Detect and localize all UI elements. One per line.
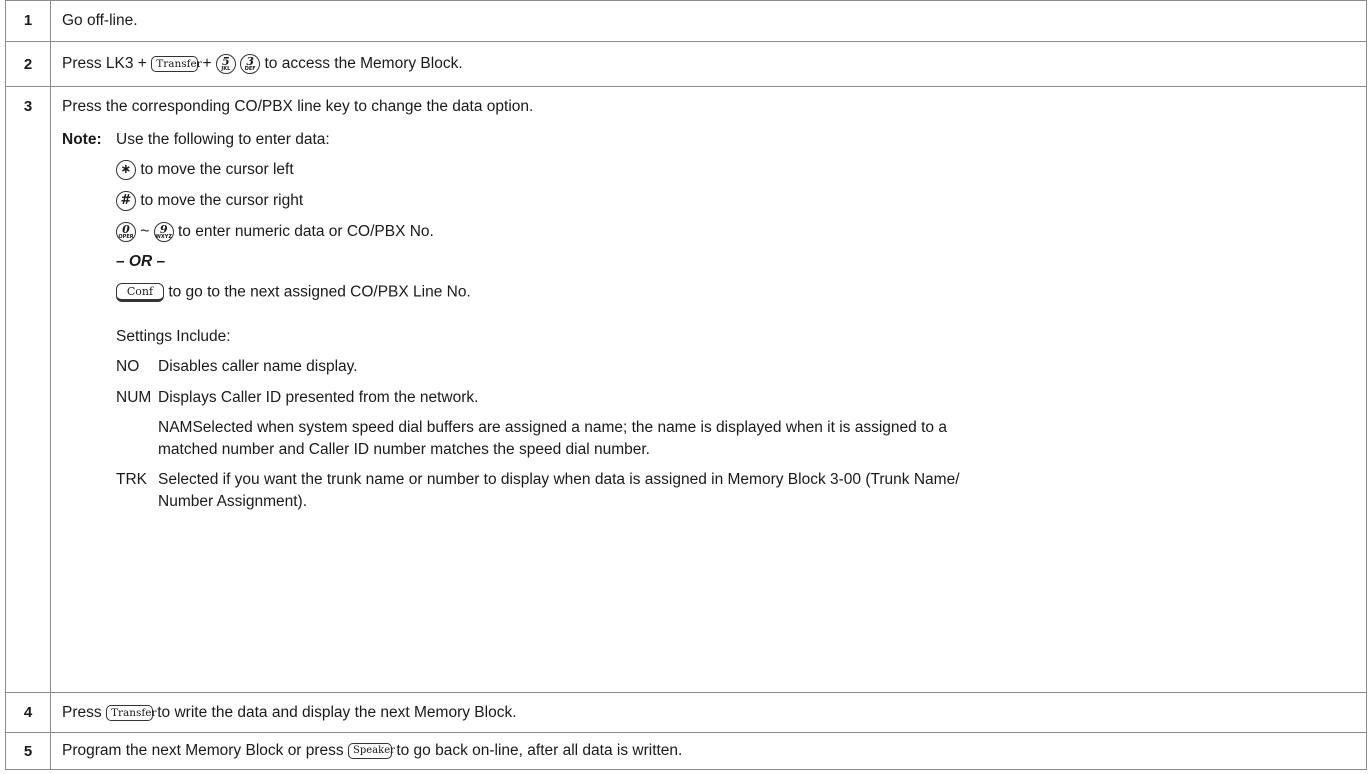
step-text-before: Press LK3 + xyxy=(62,55,147,73)
plus-sign: + xyxy=(202,55,212,73)
step-text-after: to go back on-line, after all data is wr… xyxy=(396,742,683,759)
step-text-after: to write the data and display the next M… xyxy=(157,704,517,721)
note-star-line: ∗ to move the cursor left xyxy=(116,160,294,180)
keypad-3-icon: 3 DEF xyxy=(240,54,261,74)
setting-code-trk: TRK xyxy=(116,471,147,488)
setting-text-trk-2: Number Assignment). xyxy=(158,493,308,510)
settings-label: Settings Include: xyxy=(116,328,231,345)
pound-key-text: to move the cursor right xyxy=(140,192,304,210)
step-row-5: 5 Program the next Memory Block or press… xyxy=(6,732,1366,769)
step-text-after: to access the Memory Block. xyxy=(264,55,463,73)
step-row-3: 3 Press the corresponding CO/PBX line ke… xyxy=(6,86,1366,692)
step-text: Program the next Memory Block or press S… xyxy=(62,742,1360,760)
or-separator: – OR – xyxy=(116,253,166,270)
procedure-table: 1 Go off-line. 2 Press LK3 + Transfer + … xyxy=(5,0,1367,770)
step-number: 5 xyxy=(6,733,51,769)
setting-text-nam-1: Selected when system speed dial buffers … xyxy=(192,419,947,436)
keypad-9-icon: 9 WXYZ xyxy=(153,222,174,242)
step-row-1: 1 Go off-line. xyxy=(6,1,1366,41)
step-text: Go off-line. xyxy=(62,12,138,29)
step-text: Press Transfer to write the data and dis… xyxy=(62,704,1360,722)
step-number: 3 xyxy=(6,87,51,692)
step-row-4: 4 Press Transfer to write the data and d… xyxy=(6,692,1366,732)
conf-key-text: to go to the next assigned CO/PBX Line N… xyxy=(168,283,471,301)
note-conf-line: Conf to go to the next assigned CO/PBX L… xyxy=(116,283,471,302)
step-text-before: Program the next Memory Block or press xyxy=(62,742,344,759)
star-key-icon: ∗ xyxy=(116,160,136,180)
step-number: 1 xyxy=(6,1,51,41)
setting-text-no: Disables caller name display. xyxy=(158,358,358,375)
tilde: ~ xyxy=(140,223,150,241)
setting-text-trk-1: Selected if you want the trunk name or n… xyxy=(158,471,960,488)
note-label: Note: xyxy=(62,131,102,148)
setting-nam-line1: NAMSelected when system speed dial buffe… xyxy=(158,419,947,437)
speaker-key-icon: Speaker xyxy=(348,742,395,759)
step-number: 4 xyxy=(6,693,51,732)
setting-text-num: Displays Caller ID presented from the ne… xyxy=(158,389,479,406)
note-range-line: 0 OPER ~ 9 WXYZ to enter numeric data or C… xyxy=(116,222,434,242)
pound-key-icon: # xyxy=(116,191,136,211)
setting-code-nam: NAM xyxy=(158,419,193,436)
step-number: 2 xyxy=(6,42,51,86)
step-row-2: 2 Press LK3 + Transfer + 5 JKL 3 DEF to ac… xyxy=(6,41,1366,86)
step-text: Press LK3 + Transfer + 5 JKL 3 DEF to acce… xyxy=(62,54,1360,74)
step-text: Press the corresponding CO/PBX line key … xyxy=(62,98,534,115)
setting-code-no: NO xyxy=(116,358,140,375)
transfer-key-icon: Transfer xyxy=(105,704,157,721)
setting-code-num: NUM xyxy=(116,389,152,406)
conf-key-icon: Conf xyxy=(116,283,164,302)
step-text-before: Press xyxy=(62,704,102,721)
note-intro: Use the following to enter data: xyxy=(116,131,330,148)
setting-text-nam-2: matched number and Caller ID number matc… xyxy=(158,441,650,458)
keypad-5-icon: 5 JKL xyxy=(215,54,236,74)
range-text: to enter numeric data or CO/PBX No. xyxy=(178,223,434,241)
star-key-text: to move the cursor left xyxy=(140,161,294,179)
keypad-0-icon: 0 OPER xyxy=(116,222,136,242)
note-pound-line: # to move the cursor right xyxy=(116,191,303,211)
transfer-key-icon: Transfer xyxy=(151,56,202,72)
